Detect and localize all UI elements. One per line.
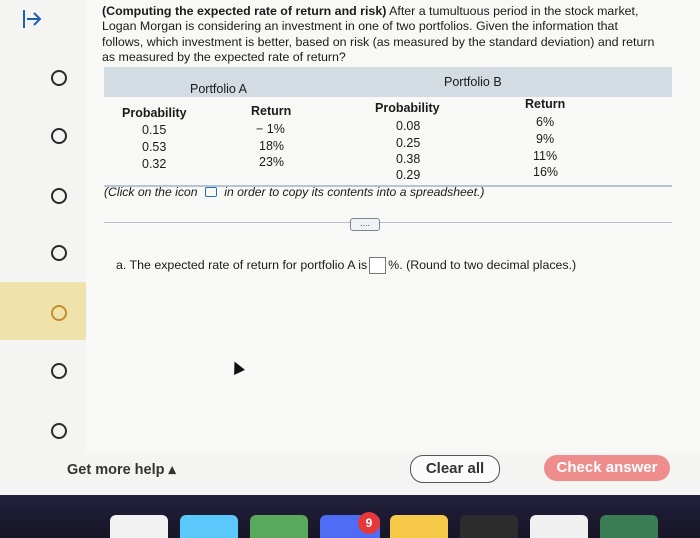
clear-all-button[interactable]: Clear all <box>410 455 500 483</box>
dock-app-icon[interactable] <box>250 515 308 538</box>
copy-spreadsheet-icon[interactable] <box>204 186 217 197</box>
question-radio-3[interactable] <box>51 188 67 204</box>
question-radio-7[interactable] <box>51 423 67 439</box>
dock-app-icon[interactable] <box>600 515 658 538</box>
b-return-cell: 6% <box>536 115 555 129</box>
answer-input[interactable] <box>369 257 387 274</box>
active-question-highlight <box>0 282 86 340</box>
dock-app-icon[interactable] <box>460 515 518 538</box>
b-probability-header: Probability <box>375 101 440 115</box>
a-prob-cell: 0.32 <box>142 157 167 171</box>
a-return-cell: 18% <box>259 139 285 153</box>
a-return-cell: − 1% <box>256 122 285 136</box>
get-more-help-button[interactable]: Get more help ▴ <box>67 462 176 478</box>
question-radio-1[interactable] <box>51 70 67 86</box>
b-prob-cell: 0.38 <box>396 152 421 166</box>
notification-badge: 9 <box>358 512 380 534</box>
expand-more-button[interactable]: .... <box>350 218 380 231</box>
question-a-instruction: %. (Round to two decimal places.) <box>388 257 577 272</box>
portfolio-table: Portfolio A Portfolio B Probability Retu… <box>104 67 672 187</box>
b-return-cell: 16% <box>533 165 559 179</box>
dock-app-icon[interactable] <box>110 515 168 538</box>
collapse-arrow-icon[interactable] <box>22 8 42 30</box>
b-prob-cell: 0.08 <box>396 119 421 133</box>
dock-app-icon[interactable] <box>530 515 588 538</box>
question-radio-4[interactable] <box>51 245 67 261</box>
dock-app-icon[interactable] <box>180 515 238 538</box>
check-answer-button[interactable]: Check answer <box>544 455 670 481</box>
b-return-cell: 9% <box>536 132 555 146</box>
portfolio-a-header: Portfolio A <box>190 82 247 96</box>
question-a-prompt: a. The expected rate of return for portf… <box>116 257 368 272</box>
copy-note-start: (Click on the icon <box>104 185 198 199</box>
a-prob-cell: 0.15 <box>142 123 167 137</box>
b-return-cell: 11% <box>533 149 558 163</box>
problem-statement: (Computing the expected rate of return a… <box>102 4 662 65</box>
copy-note-end: in order to copy its contents into a spr… <box>224 185 485 199</box>
question-sidebar <box>0 0 87 452</box>
b-return-header: Return <box>525 97 566 111</box>
question-radio-2[interactable] <box>51 128 67 144</box>
question-radio-5[interactable] <box>51 305 67 321</box>
section-divider <box>104 222 672 223</box>
question-a: a. The expected rate of return for portf… <box>116 257 576 274</box>
a-return-header: Return <box>251 104 292 118</box>
a-return-cell: 23% <box>259 155 285 169</box>
portfolio-b-header: Portfolio B <box>444 75 502 89</box>
question-radio-6[interactable] <box>51 363 67 379</box>
problem-title: (Computing the expected rate of return a… <box>102 4 387 18</box>
a-probability-header: Probability <box>122 106 187 120</box>
dock-app-icon[interactable] <box>390 515 448 538</box>
a-prob-cell: 0.53 <box>142 140 167 154</box>
copy-note: (Click on the icon in order to copy its … <box>104 185 484 199</box>
b-prob-cell: 0.29 <box>396 168 421 182</box>
b-prob-cell: 0.25 <box>396 136 421 150</box>
